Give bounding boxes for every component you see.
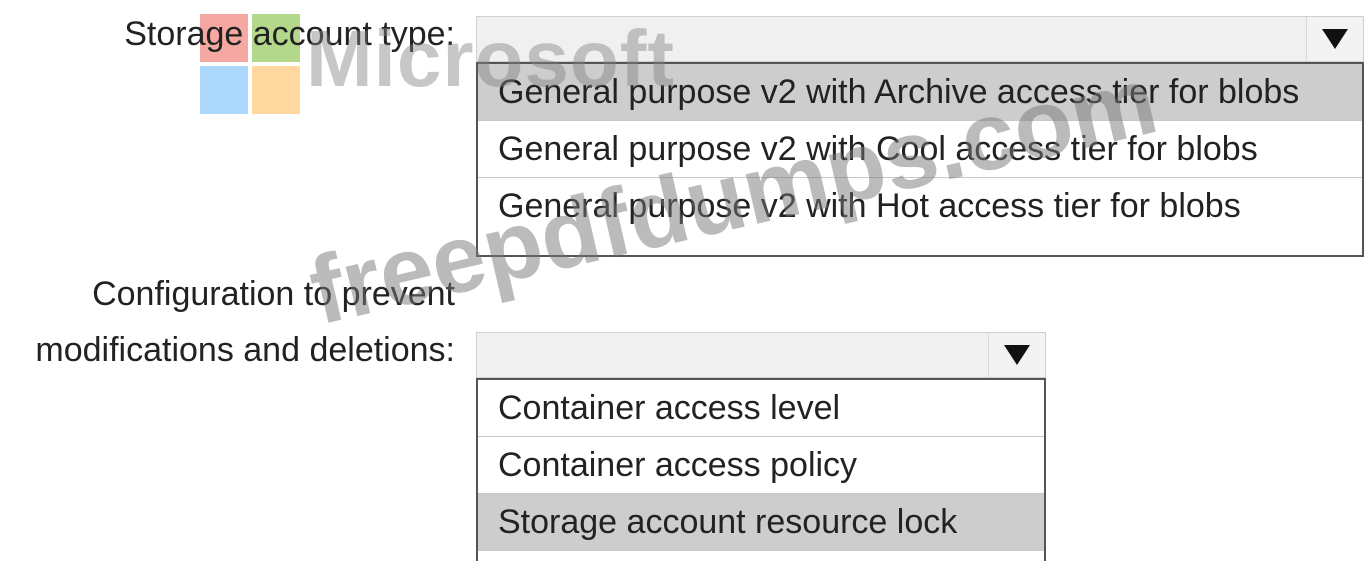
logo-blue-square — [200, 66, 248, 114]
option-storage-account-resource-lock[interactable]: Storage account resource lock — [478, 494, 1044, 551]
logo-yellow-square — [252, 66, 300, 114]
dropdown-arrow-icon — [1004, 345, 1030, 365]
storage-account-type-dropdown-button[interactable] — [1306, 17, 1363, 61]
configuration-listbox: Container access level Container access … — [476, 378, 1046, 561]
dropdown-arrow-icon — [1322, 29, 1348, 49]
option-container-access-policy[interactable]: Container access policy — [478, 437, 1044, 494]
configuration-dropdown-button[interactable] — [988, 333, 1045, 377]
option-container-access-level[interactable]: Container access level — [478, 380, 1044, 437]
configuration-dropdown[interactable] — [476, 332, 1046, 378]
microsoft-watermark-text: Microsoft — [306, 14, 675, 103]
